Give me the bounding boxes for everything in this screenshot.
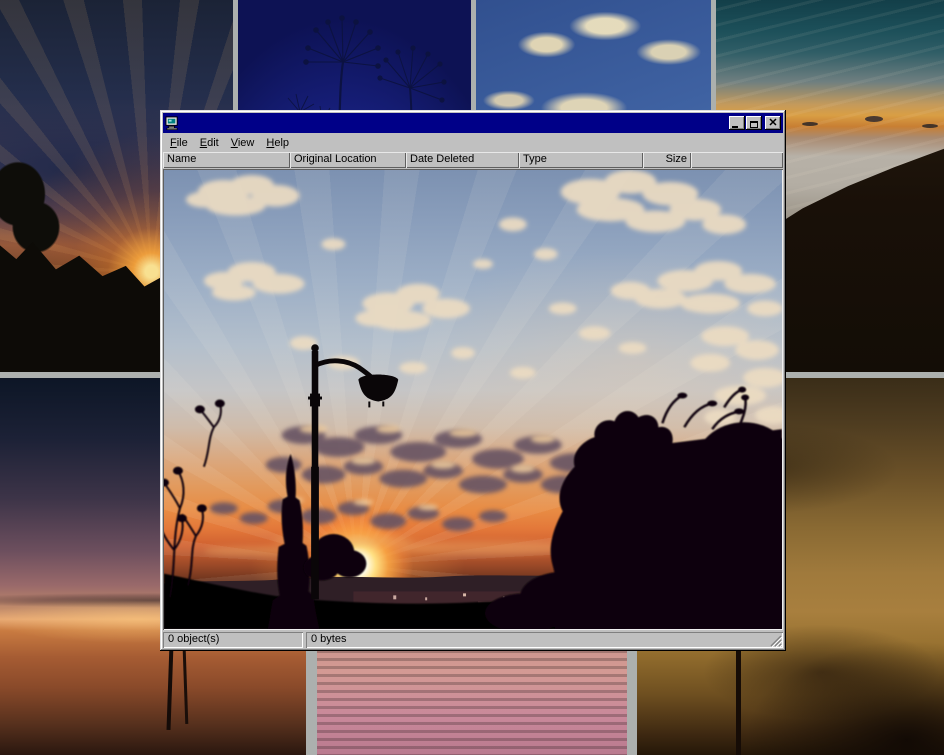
cloud-layer	[186, 170, 782, 425]
photo-scene	[164, 170, 782, 629]
column-header-name[interactable]: Name	[163, 152, 290, 168]
status-size-text: 0 bytes	[311, 633, 346, 645]
title-bar[interactable]: ✕	[163, 113, 783, 133]
menu-edit[interactable]: Edit	[194, 135, 225, 151]
minimize-icon	[732, 126, 738, 128]
status-size: 0 bytes	[306, 632, 783, 648]
computer-icon[interactable]	[165, 116, 180, 130]
menu-file[interactable]: File	[164, 135, 194, 151]
maximize-icon	[750, 121, 758, 128]
resize-grip[interactable]	[769, 634, 782, 647]
menu-help[interactable]: Help	[260, 135, 295, 151]
right-trees-silhouette	[485, 387, 782, 629]
column-header-row: Name Original Location Date Deleted Type…	[163, 152, 783, 168]
menu-view[interactable]: View	[225, 135, 261, 151]
column-header-filler	[691, 152, 783, 168]
minimize-button[interactable]	[729, 116, 745, 130]
menu-bar: File Edit View Help	[163, 133, 783, 152]
column-header-size[interactable]: Size	[643, 152, 691, 168]
close-icon: ✕	[765, 116, 781, 130]
column-header-date-deleted[interactable]: Date Deleted	[406, 152, 519, 168]
close-button[interactable]: ✕	[765, 116, 781, 130]
column-header-original-location[interactable]: Original Location	[290, 152, 406, 168]
tree-clump	[0, 150, 72, 260]
file-list-area[interactable]	[163, 169, 783, 630]
desktop: ✕ File Edit View Help Name Original Loca…	[0, 0, 944, 755]
pole-silhouette	[736, 646, 741, 755]
status-object-count: 0 object(s)	[163, 632, 303, 648]
recycle-bin-window: ✕ File Edit View Help Name Original Loca…	[160, 110, 786, 651]
sunset-lamppost-photo	[164, 170, 782, 629]
column-header-type[interactable]: Type	[519, 152, 643, 168]
maximize-button[interactable]	[746, 116, 762, 130]
left-tree-silhouette	[164, 400, 224, 597]
status-bar: 0 object(s) 0 bytes	[163, 632, 783, 648]
water-post	[167, 644, 174, 730]
water-post	[183, 650, 189, 724]
